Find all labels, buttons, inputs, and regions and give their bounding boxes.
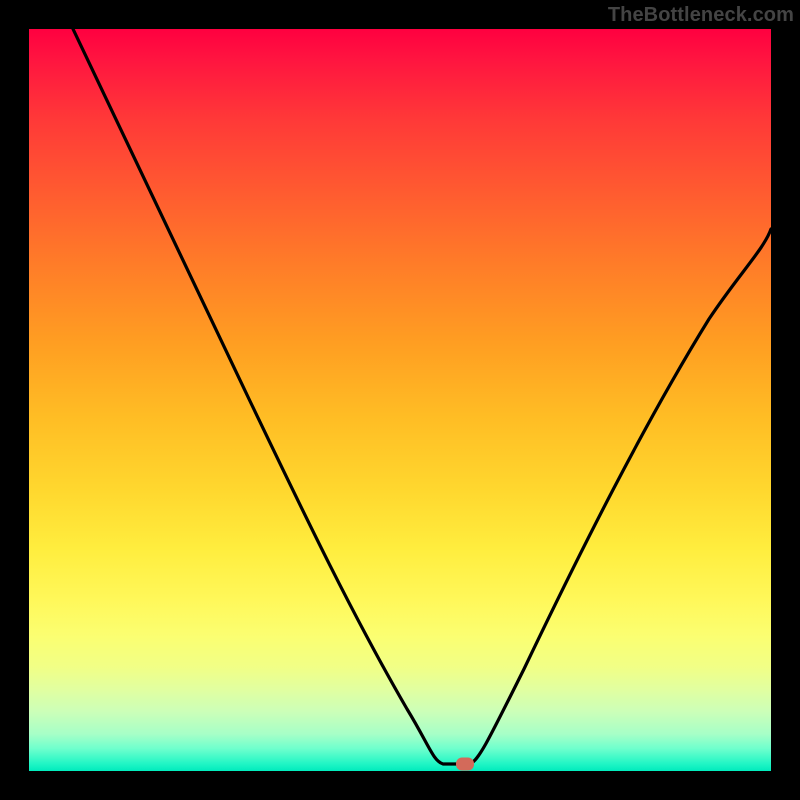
optimal-point-marker xyxy=(456,758,474,771)
watermark-text: TheBottleneck.com xyxy=(608,4,794,27)
plot-area xyxy=(29,29,771,771)
curve-path xyxy=(73,29,771,764)
chart-container: TheBottleneck.com xyxy=(0,0,800,800)
bottleneck-curve xyxy=(29,29,771,771)
